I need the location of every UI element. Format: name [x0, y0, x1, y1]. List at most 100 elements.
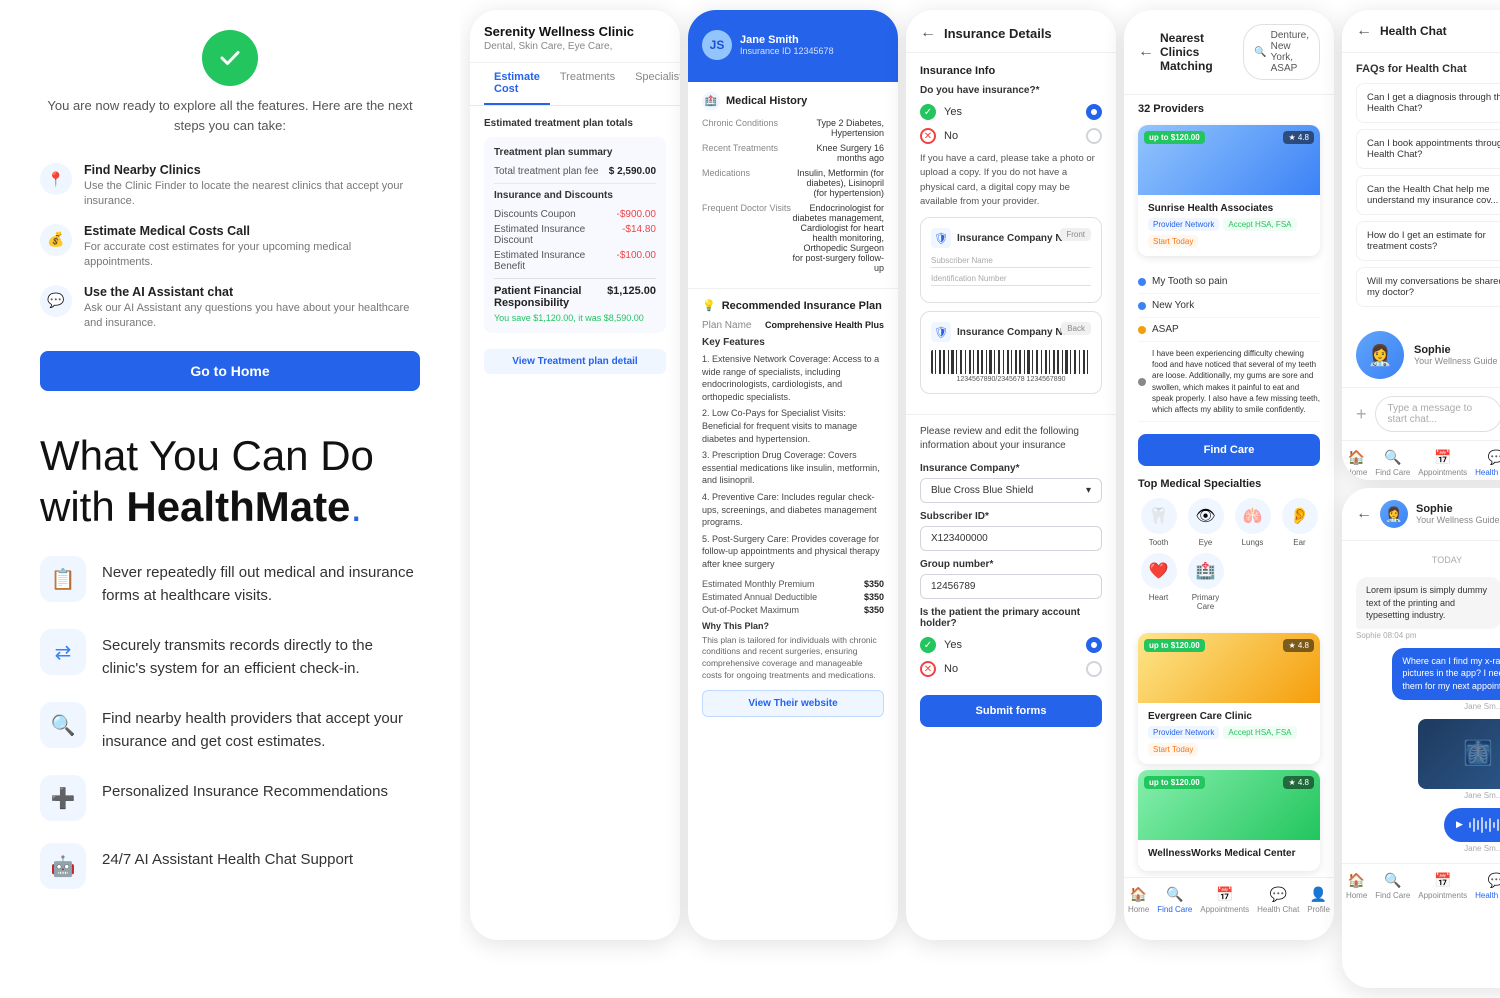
tag-evergreen-hsa: Accept HSA, FSA: [1223, 726, 1296, 739]
sophie-role: Your Wellness Guide: [1414, 356, 1498, 366]
recent-label: Recent Treatments: [702, 143, 792, 163]
phone1-content: Estimated treatment plan totals Treatmen…: [470, 106, 680, 386]
clinic-name-evergreen: Evergreen Care Clinic: [1148, 711, 1310, 722]
wave-bar-3: [1477, 820, 1479, 830]
providers-count: 32 Providers: [1124, 95, 1334, 119]
faq-item-3[interactable]: Can the Health Chat help me understand m…: [1356, 175, 1500, 215]
total-fee-value: $ 2,590.00: [609, 166, 656, 177]
insurance-info-section: Insurance Info Do you have insurance?* ✓…: [906, 53, 1116, 414]
nav-appointments-chat[interactable]: 📅 Appointments: [1418, 449, 1467, 477]
home-icon-sophie: 🏠: [1348, 872, 1365, 889]
nav-find-care[interactable]: 🔍 Find Care: [1157, 886, 1192, 914]
nav-find-care-sophie[interactable]: 🔍 Find Care: [1375, 872, 1410, 900]
yes-label: Yes: [944, 106, 962, 118]
nav-hc-label-chat: Health Chat: [1475, 468, 1500, 477]
feature-4: 4. Preventive Care: Includes regular che…: [702, 491, 884, 529]
group-number-input[interactable]: 12456789: [920, 574, 1102, 599]
faq-item-4[interactable]: How do I get an estimate for treatment c…: [1356, 221, 1500, 261]
faq-text-1: Can I get a diagnosis through the Health…: [1367, 92, 1500, 114]
nav-home-chat[interactable]: 🏠 Home: [1346, 449, 1367, 477]
phone-nearest-clinics: ← Nearest Clinics Matching 🔍 Denture, Ne…: [1124, 10, 1334, 940]
patient-responsibility-value: $1,125.00: [607, 285, 656, 309]
nav-profile[interactable]: 👤 Profile: [1307, 886, 1330, 914]
no-check-icon: ✕: [920, 128, 936, 144]
primary-no-option[interactable]: ✕ No: [920, 661, 1102, 677]
appointments-icon-sophie: 📅: [1434, 872, 1451, 889]
tag-evergreen-start: Start Today: [1148, 743, 1198, 756]
medications-row: Medications Insulin, Metformin (for diab…: [702, 168, 884, 198]
back-arrow-sophie[interactable]: ←: [1356, 505, 1372, 523]
sophie-header-name: Sophie: [1416, 503, 1500, 515]
nav-appointments[interactable]: 📅 Appointments: [1200, 886, 1249, 914]
review-section: Please review and edit the following inf…: [906, 414, 1116, 737]
chronic-value: Type 2 Diabetes, Hypertension: [792, 118, 884, 138]
nav-home-sophie[interactable]: 🏠 Home: [1346, 872, 1367, 900]
phone6-header: ← 👩‍⚕️ Sophie Your Wellness Guide ⋮: [1342, 488, 1500, 541]
bottom-nav-clinics: 🏠 Home 🔍 Find Care 📅 Appointments 💬 Heal…: [1124, 877, 1334, 922]
nav-appointments-sophie[interactable]: 📅 Appointments: [1418, 872, 1467, 900]
feature-item-find: 🔍 Find nearby health providers that acce…: [40, 702, 420, 753]
clinic-card-sunrise: up to $120.00 ★ 4.8 Sunrise Health Assoc…: [1138, 125, 1320, 256]
message-time-voice: Jane Sm... 08:04 pm: [1464, 844, 1500, 853]
tab-specialist[interactable]: Specialist: [625, 63, 680, 105]
plan-name-row: Plan Name Comprehensive Health Plus: [702, 320, 884, 331]
tab-estimate-cost[interactable]: Estimate Cost: [484, 63, 550, 105]
marketing-line2-prefix: with: [40, 483, 126, 530]
insurance-company-dropdown[interactable]: Blue Cross Blue Shield ▾: [920, 478, 1102, 503]
savings-note: You save $1,120.00, it was $8,590.00: [494, 313, 656, 323]
faq-text-3: Can the Health Chat help me understand m…: [1367, 184, 1500, 206]
sophie-header-info: Sophie Your Wellness Guide: [1416, 503, 1500, 525]
no-option[interactable]: ✕ No: [920, 128, 1102, 144]
appointments-icon: 📅: [1216, 886, 1233, 903]
nav-health-chat-label: Health Chat: [1257, 905, 1299, 914]
primary-yes-option[interactable]: ✓ Yes: [920, 637, 1102, 653]
nav-health-chat[interactable]: 💬 Health Chat: [1257, 886, 1299, 914]
message-container-1: Lorem ipsum is simply dummy text of the …: [1356, 577, 1500, 640]
find-care-icon-chat: 🔍: [1384, 449, 1401, 466]
primary-care-icon: 🏥: [1188, 553, 1224, 589]
clinic-name-sunrise: Sunrise Health Associates: [1148, 203, 1310, 214]
success-icon: [202, 30, 258, 86]
today-label: TODAY: [1356, 555, 1500, 565]
view-treatment-plan-button[interactable]: View Treatment plan detail: [484, 349, 666, 374]
why-plan-title: Why This Plan?: [702, 621, 884, 631]
find-care-icon: 🔍: [1166, 886, 1183, 903]
tab-treatments[interactable]: Treatments: [550, 63, 625, 105]
primary-holder-question: Is the patient the primary account holde…: [920, 607, 1102, 629]
specialties-grid: 🦷 Tooth 👁 Eye 🫁 Lungs 👂 Ear: [1138, 498, 1320, 611]
phone3-header: ← Insurance Details: [906, 10, 1116, 53]
plus-icon[interactable]: +: [1356, 404, 1367, 425]
back-arrow-insurance[interactable]: ←: [920, 24, 936, 42]
faq-item-1[interactable]: Can I get a diagnosis through the Health…: [1356, 83, 1500, 123]
find-care-icon-sophie: 🔍: [1384, 872, 1401, 889]
submit-forms-button[interactable]: Submit forms: [920, 695, 1102, 727]
time-1: 08:04 pm: [1383, 631, 1416, 640]
subscriber-id-input[interactable]: X123400000: [920, 526, 1102, 551]
view-website-button[interactable]: View Their website: [702, 690, 884, 717]
faq-item-5[interactable]: Will my conversations be shared with my …: [1356, 267, 1500, 307]
step-title-estimate: Estimate Medical Costs Call: [84, 224, 420, 238]
subscriber-name-label: Subscriber Name: [931, 256, 1091, 265]
search-bar[interactable]: 🔍 Denture, New York, ASAP: [1243, 24, 1320, 80]
tooth-icon: 🦷: [1141, 498, 1177, 534]
phone-medical-history: JS Jane Smith Insurance ID 12345678 🏥 Me…: [688, 10, 898, 940]
back-arrow-clinics[interactable]: ←: [1138, 43, 1154, 61]
sender-voice: Jane Sm...: [1464, 844, 1500, 853]
go-home-button[interactable]: Go to Home: [40, 351, 420, 391]
chat-input-field[interactable]: Type a message to start chat...: [1375, 396, 1500, 432]
faq-item-2[interactable]: Can I book appointments through the Heal…: [1356, 129, 1500, 169]
specialty-eye: 👁 Eye: [1185, 498, 1226, 547]
step-icon-estimate: 💰: [40, 224, 72, 256]
find-care-button[interactable]: Find Care: [1138, 434, 1320, 466]
chronic-label: Chronic Conditions: [702, 118, 792, 138]
nav-hc-sophie[interactable]: 💬 Health Chat: [1475, 872, 1500, 900]
recommended-plan-section: 💡 Recommended Insurance Plan Plan Name C…: [688, 289, 898, 727]
nav-home[interactable]: 🏠 Home: [1128, 886, 1149, 914]
group-number-label: Group number*: [920, 559, 1102, 570]
back-arrow-chat[interactable]: ←: [1356, 22, 1372, 40]
nav-health-chat-active[interactable]: 💬 Health Chat: [1475, 449, 1500, 477]
play-icon[interactable]: ▶: [1456, 819, 1463, 830]
nav-find-care-chat[interactable]: 🔍 Find Care: [1375, 449, 1410, 477]
health-chat-icon-chat: 💬: [1488, 449, 1500, 466]
yes-option[interactable]: ✓ Yes: [920, 104, 1102, 120]
